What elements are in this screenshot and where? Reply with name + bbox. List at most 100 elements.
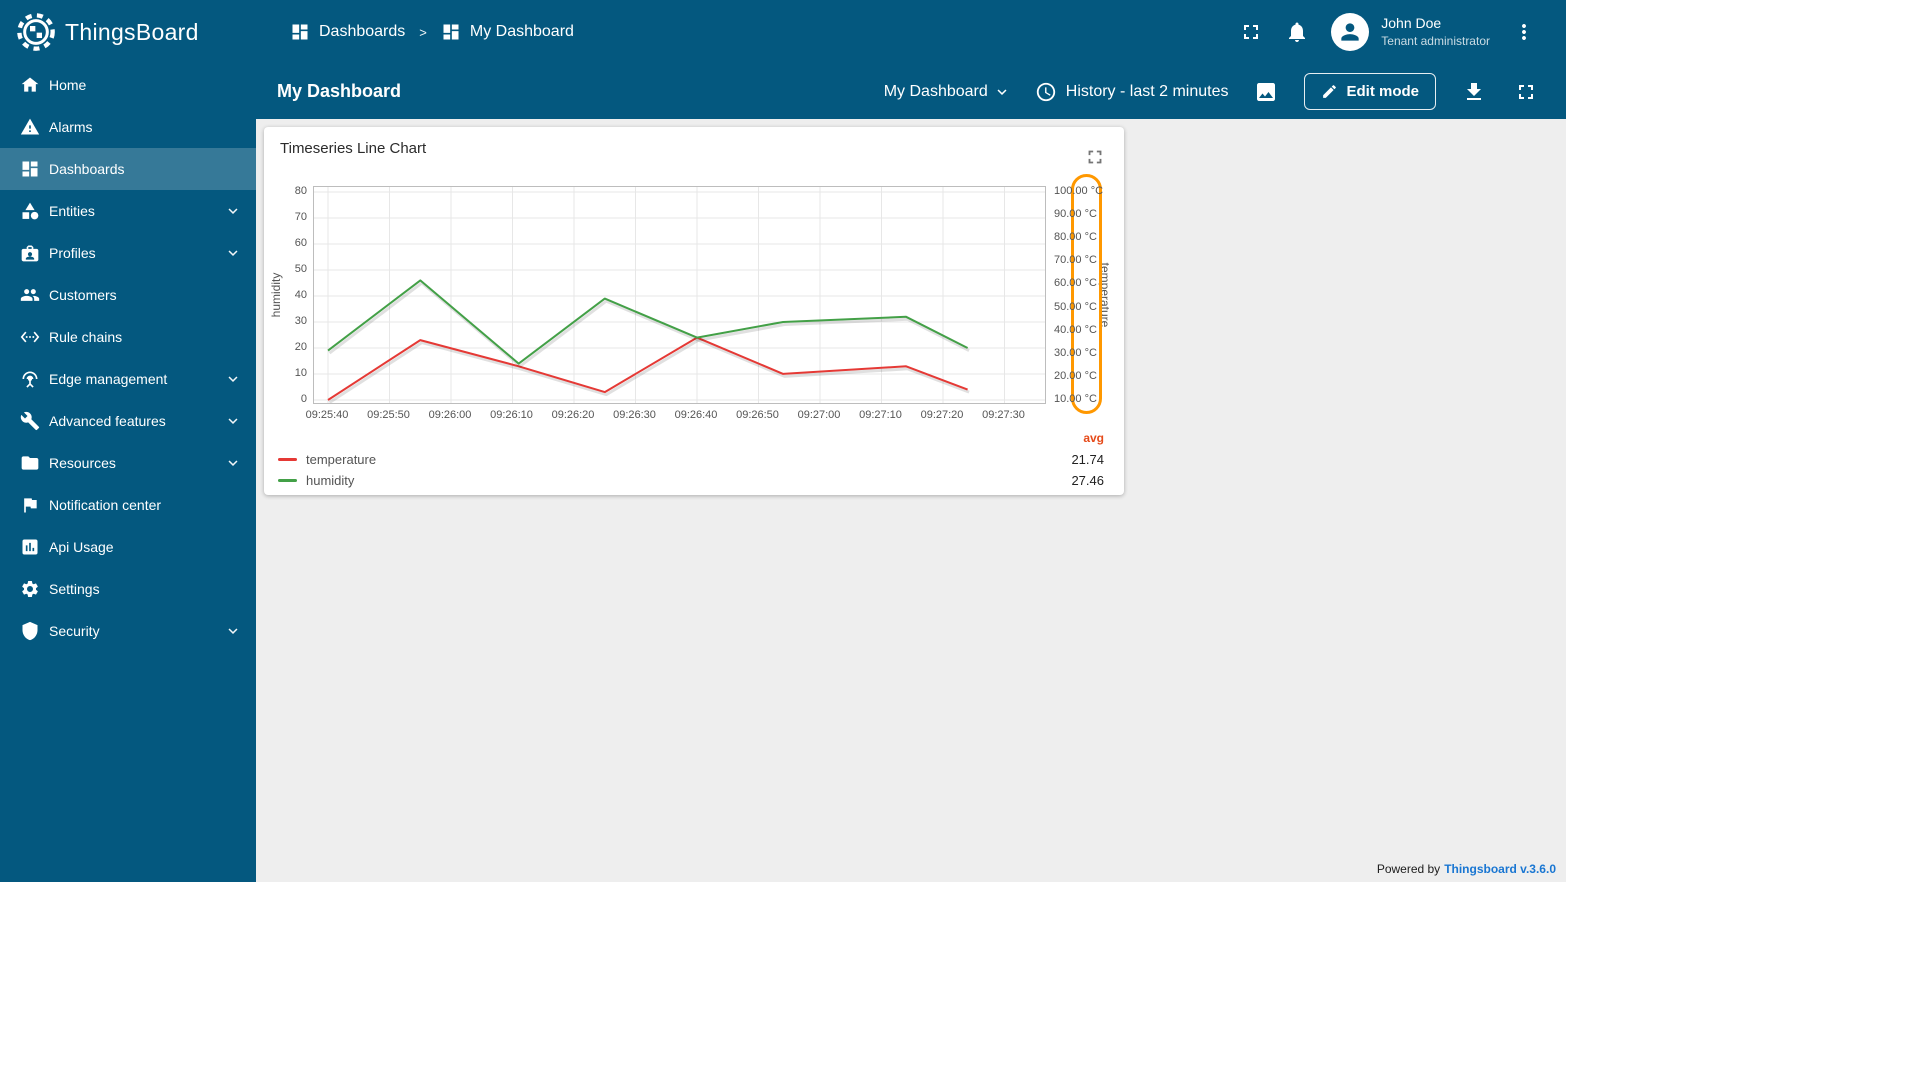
flag-icon: [20, 495, 40, 515]
sidebar-item-entities[interactable]: Entities: [0, 190, 256, 232]
app-title: ThingsBoard: [65, 18, 199, 45]
sidebar-item-customers[interactable]: Customers: [0, 274, 256, 316]
download-button[interactable]: [1454, 72, 1494, 112]
app-logo[interactable]: ThingsBoard: [0, 0, 256, 64]
time-axis-tick-label: 09:27:10: [859, 409, 902, 421]
user-name: John Doe: [1381, 15, 1442, 32]
legend-series-name: temperature: [306, 452, 377, 467]
time-axis-tick-label: 09:26:40: [674, 409, 718, 421]
content-area: Timeseries Line Chart humidity temperatu…: [256, 119, 1566, 882]
more-menu-button[interactable]: [1504, 12, 1544, 52]
sidebar-item-label: Dashboards: [49, 161, 125, 177]
sidebar-item-label: Api Usage: [49, 539, 114, 555]
sidebar-item-label: Rule chains: [49, 329, 123, 345]
sidebar-item-label: Alarms: [49, 119, 93, 135]
legend-series-name: humidity: [306, 473, 355, 488]
legend-item-temperature[interactable]: temperature: [278, 449, 376, 470]
temperature-axis-tick-label: 70.00 °C: [1054, 254, 1097, 267]
sidebar-item-advanced-features[interactable]: Advanced features: [0, 400, 256, 442]
temperature-axis-label: temperature: [1098, 262, 1112, 328]
warning-icon: [20, 117, 40, 137]
dashboard-icon: [441, 22, 461, 42]
humidity-axis-tick-label: 40: [294, 289, 307, 301]
humidity-axis-tick-label: 30: [294, 315, 307, 327]
powered-by-text: Powered by: [1376, 862, 1441, 876]
timeseries-widget-card: Timeseries Line Chart humidity temperatu…: [264, 127, 1124, 495]
temperature-axis-tick-label: 30.00 °C: [1054, 346, 1097, 359]
sidebar-item-edge-management[interactable]: Edge management: [0, 358, 256, 400]
footer: Powered by Thingsboard v.3.6.0: [1377, 862, 1556, 876]
dashboard-image-button[interactable]: [1246, 72, 1286, 112]
notifications-button[interactable]: [1277, 12, 1317, 52]
fullscreen-button[interactable]: [1231, 12, 1271, 52]
sidebar-item-alarms[interactable]: Alarms: [0, 106, 256, 148]
sidebar-item-security[interactable]: Security: [0, 610, 256, 652]
sidebar-item-resources[interactable]: Resources: [0, 442, 256, 484]
time-axis-tick-label: 09:26:00: [428, 409, 472, 421]
edit-mode-label: Edit mode: [1346, 83, 1419, 100]
thingsboard-logo-icon: [16, 12, 56, 52]
sidebar: ThingsBoard Home Alarms Dashboards Entities…: [0, 0, 256, 882]
sidebar-item-label: Customers: [49, 287, 117, 303]
sidebar-item-dashboards[interactable]: Dashboards: [0, 148, 256, 190]
header-actions: John Doe Tenant administrator: [1231, 12, 1544, 52]
folder-icon: [20, 453, 40, 473]
dashboard-icon: [20, 159, 40, 179]
breadcrumb: Dashboards > My Dashboard: [290, 22, 574, 42]
top-header: Dashboards > My Dashboard John Doe Tenant …: [256, 0, 1566, 64]
temperature-axis-tick-label: 100.00 °C: [1054, 185, 1104, 197]
line-chart: humidity temperature 0 10 20 30 40 50 60 70 80 10…: [264, 127, 1124, 495]
breadcrumb-label: Dashboards: [319, 23, 406, 40]
user-info: John Doe Tenant administrator: [1381, 14, 1490, 49]
legend-avg-value-humidity: 27.46: [1071, 473, 1104, 488]
user-menu[interactable]: John Doe Tenant administrator: [1331, 13, 1490, 51]
sidebar-item-label: Security: [49, 623, 100, 639]
home-icon: [20, 75, 40, 95]
thingsboard-app: ThingsBoard Home Alarms Dashboards Entities…: [0, 0, 1566, 882]
time-axis-tick-label: 09:26:20: [551, 409, 595, 421]
avatar-person-icon: [1331, 13, 1370, 51]
sidebar-item-notification-center[interactable]: Notification center: [0, 484, 256, 526]
legend-color-line: [278, 458, 297, 461]
time-axis-tick-label: 09:26:50: [736, 409, 779, 421]
timeseries-plot[interactable]: [313, 186, 1046, 404]
sidebar-item-label: Home: [49, 77, 87, 93]
temperature-axis-tick-label: 60.00 °C: [1054, 277, 1097, 290]
sidebar-item-home[interactable]: Home: [0, 64, 256, 106]
pencil-icon: [1321, 83, 1338, 100]
breadcrumb-separator: >: [419, 24, 427, 40]
temperature-axis-tick-label: 90.00 °C: [1054, 208, 1097, 221]
sidebar-item-label: Advanced features: [49, 413, 166, 429]
sidebar-item-settings[interactable]: Settings: [0, 568, 256, 610]
humidity-axis-tick-label: 70: [294, 211, 307, 223]
chart-box-icon: [20, 537, 40, 557]
main-pane: Dashboards > My Dashboard John Doe Tenant …: [256, 0, 1566, 882]
chevron-down-icon: [224, 244, 242, 262]
legend-avg-column: avg 21.74 27.46: [1071, 428, 1104, 491]
dashboard-icon: [290, 22, 310, 42]
breadcrumb-item-dashboards[interactable]: Dashboards: [290, 22, 405, 42]
chevron-down-icon: [224, 412, 242, 430]
sidebar-item-api-usage[interactable]: Api Usage: [0, 526, 256, 568]
breadcrumb-item-my-dashboard[interactable]: My Dashboard: [441, 22, 574, 42]
version-link[interactable]: Thingsboard v.3.6.0: [1444, 862, 1556, 876]
temperature-axis-tick-label: 10.00 °C: [1054, 393, 1097, 405]
dashboard-select[interactable]: My Dashboard: [884, 83, 1011, 101]
legend-item-humidity[interactable]: humidity: [278, 470, 376, 491]
dashboard-select-value: My Dashboard: [883, 82, 988, 100]
temperature-axis-tick-label: 40.00 °C: [1054, 323, 1097, 336]
chevron-down-icon: [993, 83, 1011, 101]
timewindow-button[interactable]: History - last 2 minutes: [1035, 81, 1228, 103]
dashboard-fullscreen-button[interactable]: [1506, 72, 1546, 112]
edge-antenna-icon: [20, 369, 40, 389]
sidebar-item-profiles[interactable]: Profiles: [0, 232, 256, 274]
sidebar-item-rule-chains[interactable]: Rule chains: [0, 316, 256, 358]
humidity-axis-tick-label: 60: [294, 237, 307, 249]
time-axis-tick-label: 09:25:50: [367, 409, 410, 421]
time-axis-tick-label: 09:26:10: [490, 409, 533, 421]
humidity-axis-tick-label: 80: [294, 185, 307, 197]
dashboard-toolbar: My Dashboard My Dashboard History - last…: [256, 64, 1566, 119]
customers-icon: [20, 285, 40, 305]
breadcrumb-label: My Dashboard: [469, 23, 574, 40]
edit-mode-button[interactable]: Edit mode: [1304, 73, 1436, 110]
